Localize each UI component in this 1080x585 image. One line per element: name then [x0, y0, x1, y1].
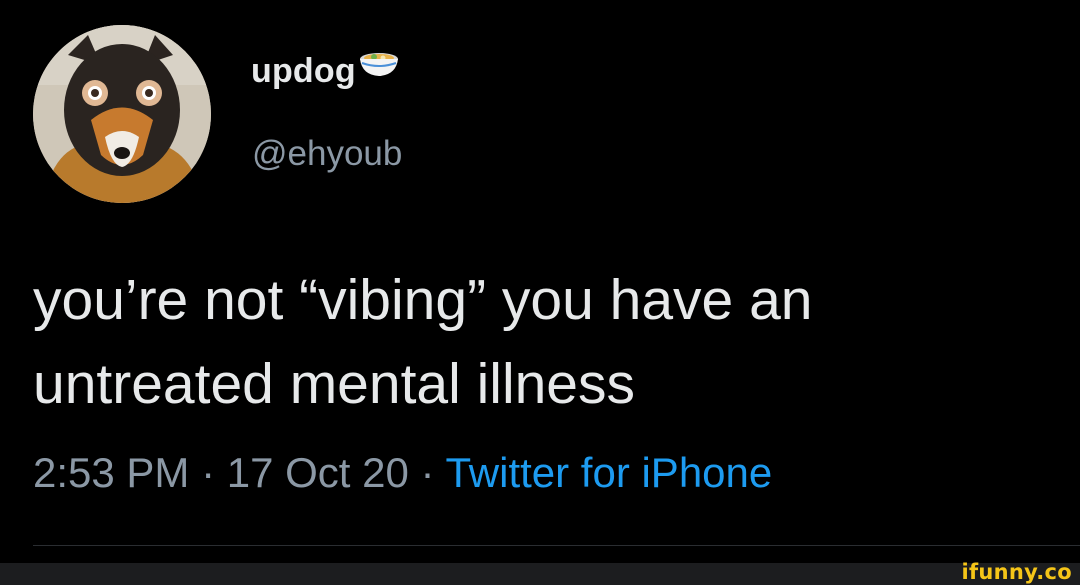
- masked-fox-avatar-image: [33, 25, 211, 203]
- divider: [33, 545, 1080, 546]
- tweet-date[interactable]: 17 Oct 20: [227, 449, 409, 496]
- tweet-time[interactable]: 2:53 PM: [33, 449, 189, 496]
- tweet-text: you’re not “vibing” you have an untreate…: [33, 268, 813, 416]
- tweet-meta: 2:53 PM · 17 Oct 20 · Twitter for iPhone: [33, 449, 772, 497]
- tweet-source[interactable]: Twitter for iPhone: [445, 449, 772, 496]
- ramen-bowl-icon: [358, 49, 400, 88]
- user-handle[interactable]: @ehyoub: [252, 134, 402, 174]
- bottom-bar: [0, 563, 1080, 585]
- display-name-text: updog: [251, 52, 356, 90]
- meta-separator: ·: [201, 449, 227, 496]
- display-name[interactable]: updog: [251, 52, 400, 91]
- ifunny-watermark: ifunny.co: [961, 560, 1072, 584]
- meta-separator: ·: [420, 449, 446, 496]
- avatar[interactable]: [33, 25, 211, 203]
